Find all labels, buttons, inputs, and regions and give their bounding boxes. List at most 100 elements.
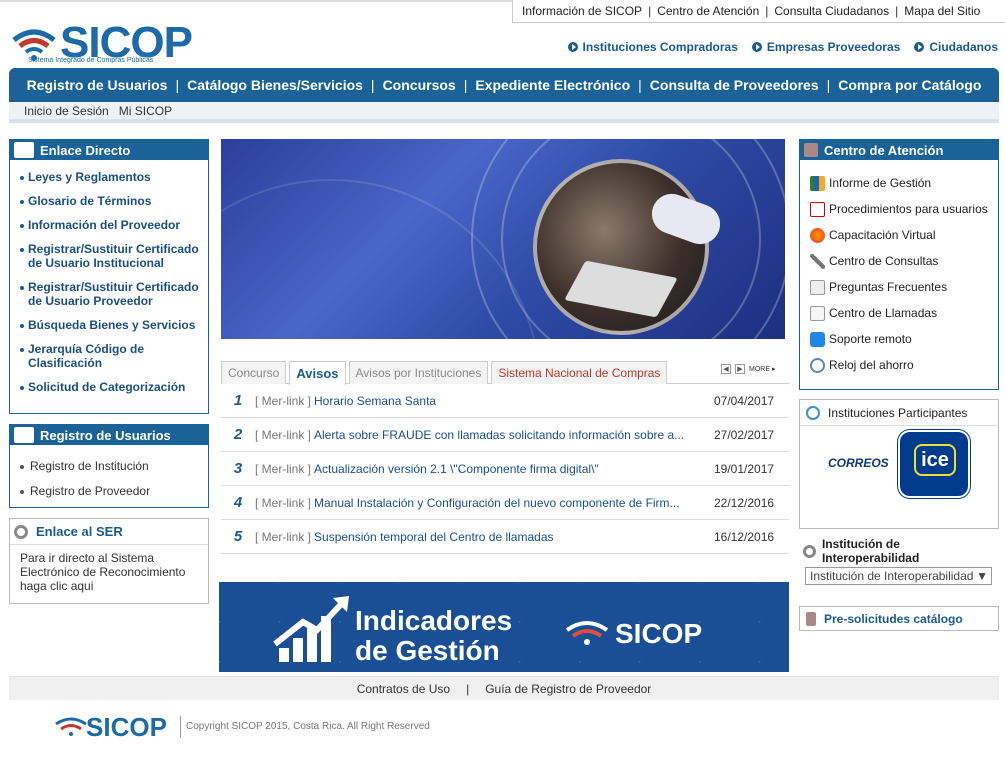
signal-icon	[565, 621, 609, 645]
growth-chart-icon	[273, 596, 349, 662]
ball-icon	[810, 227, 825, 243]
news-row[interactable]: 4 [ Mer-link ] Manual Instalación y Conf…	[221, 486, 789, 520]
subnav-mi-sicop[interactable]: Mi SICOP	[119, 104, 172, 118]
book-icon	[806, 611, 816, 626]
panel-header: Enlace Directo	[10, 140, 208, 160]
registro-list: Registro de Institución Registro de Prov…	[10, 445, 208, 498]
tools-icon	[810, 253, 825, 269]
nav-catalogo[interactable]: Catálogo Bienes/Servicios	[187, 77, 363, 93]
globe-icon	[806, 405, 820, 420]
chart-icon	[810, 175, 825, 191]
util-link-consulta[interactable]: Consulta Ciudadanos	[774, 4, 889, 18]
remote-icon	[810, 331, 825, 347]
panel-header: Instituciones Participantes	[800, 400, 998, 426]
copyright: Copyright SICOP 2015, Costa Rica. All Ri…	[186, 721, 430, 732]
list-item[interactable]: Reloj del ahorro	[810, 352, 998, 378]
interoperabilidad-select[interactable]: Institución de Interoperabilidad ▼	[805, 567, 992, 585]
list-item[interactable]: Jerarquía Código de Clasificación	[20, 342, 200, 370]
footer-link-guia[interactable]: Guía de Registro de Proveedor	[485, 682, 651, 696]
registro-usuarios-panel: Registro de Usuarios Registro de Institu…	[9, 424, 209, 508]
presolicitudes-link[interactable]: Pre-solicitudes catálogo	[799, 606, 999, 631]
prev-icon[interactable]: ◀	[721, 364, 731, 374]
portal-link-ciudadanos[interactable]: Ciudadanos	[914, 40, 998, 54]
tab-sistema-nacional[interactable]: Sistema Nacional de Compras	[491, 361, 668, 384]
panel-header: Enlace al SER	[10, 519, 208, 545]
pdf-icon	[810, 201, 825, 217]
news-row[interactable]: 3 [ Mer-link ] Actualización versión 2.1…	[221, 452, 789, 486]
enlace-directo-panel: Enlace Directo Leyes y Reglamentos Glosa…	[9, 139, 209, 414]
list-item[interactable]: Procedimientos para usuarios	[810, 196, 998, 222]
list-item[interactable]: Soporte remoto	[810, 326, 998, 352]
util-link-centro[interactable]: Centro de Atención	[657, 4, 759, 18]
nav-compra-catalogo[interactable]: Compra por Catálogo	[838, 77, 981, 93]
main-nav: Registro de Usuarios | Catálogo Bienes/Se…	[9, 68, 999, 102]
list-item[interactable]: Glosario de Términos	[20, 194, 200, 208]
tab-controls: ◀ ▶ MORE ▸	[721, 364, 775, 374]
list-item[interactable]: Registrar/Sustituir Certificado de Usuar…	[20, 242, 200, 270]
signal-icon	[55, 717, 87, 736]
list-item[interactable]: Centro de Consultas	[810, 248, 998, 274]
list-item[interactable]: Leyes y Reglamentos	[20, 170, 200, 184]
centro-atencion-panel: Centro de Atención Informe de Gestión Pr…	[799, 139, 999, 390]
chevron-down-icon: ▼	[976, 569, 988, 583]
list-item[interactable]: Registro de Proveedor	[20, 484, 200, 498]
hero-banner	[221, 139, 785, 339]
util-link-info[interactable]: Información de SICOP	[522, 4, 642, 18]
sub-nav: Inicio de Sesión Mi SICOP	[9, 102, 999, 119]
gear-icon	[14, 524, 28, 539]
ser-text: Para ir directo al Sistema Electrónico d…	[20, 551, 186, 593]
utility-bar: Información de SICOP | Centro de Atención…	[512, 0, 1005, 23]
footer-link-contratos[interactable]: Contratos de Uso	[357, 682, 450, 696]
divider	[9, 119, 999, 123]
document-icon	[810, 305, 825, 321]
instituciones-participantes-panel: Instituciones Participantes CORREOS ice	[799, 399, 999, 529]
portal-link-instituciones[interactable]: Instituciones Compradoras	[567, 40, 738, 54]
portal-link-empresas[interactable]: Empresas Proveedoras	[751, 40, 900, 54]
ice-logo[interactable]: ice	[898, 430, 970, 498]
indicadores-line1: Indicadores	[355, 605, 513, 636]
book-icon	[804, 143, 818, 157]
news-list: 1 [ Mer-link ] Horario Semana Santa 07/0…	[221, 384, 789, 554]
list-item[interactable]: Preguntas Frecuentes	[810, 274, 998, 300]
more-link[interactable]: MORE ▸	[749, 365, 775, 373]
panel-header: Centro de Atención	[800, 140, 998, 160]
gear-icon	[803, 544, 816, 558]
list-item[interactable]: Informe de Gestión	[810, 170, 998, 196]
indicadores-logo: SICOP	[615, 618, 703, 649]
nav-registro-usuarios[interactable]: Registro de Usuarios	[27, 77, 168, 93]
list-item[interactable]: Información del Proveedor	[20, 218, 200, 232]
arrow-circle-icon	[751, 42, 762, 52]
footer-links: Contratos de Uso | Guía de Registro de P…	[9, 676, 999, 700]
portal-links: Instituciones Compradoras Empresas Prove…	[567, 40, 998, 54]
news-row[interactable]: 1 [ Mer-link ] Horario Semana Santa 07/0…	[221, 384, 789, 418]
util-link-mapa[interactable]: Mapa del Sitio	[904, 4, 980, 18]
nav-concursos[interactable]: Concursos	[383, 77, 456, 93]
user-icon	[14, 427, 34, 443]
enlace-list: Leyes y Reglamentos Glosario de Términos…	[10, 160, 208, 394]
enlace-ser-panel[interactable]: Enlace al SER Para ir directo al Sistema…	[9, 518, 209, 604]
list-item[interactable]: Registrar/Sustituir Certificado de Usuar…	[20, 280, 200, 308]
nav-consulta-proveedores[interactable]: Consulta de Proveedores	[650, 77, 819, 93]
list-item[interactable]: Registro de Institución	[20, 459, 200, 473]
indicadores-line2: de Gestión	[355, 635, 500, 666]
list-item[interactable]: Centro de Llamadas	[810, 300, 998, 326]
clock-icon	[810, 357, 825, 373]
nav-expediente[interactable]: Expediente Electrónico	[475, 77, 630, 93]
list-item[interactable]: Solicitud de Categorización	[20, 380, 200, 394]
interoperabilidad-panel: Institución de Interoperabilidad Institu…	[799, 537, 999, 591]
tab-avisos[interactable]: Avisos	[289, 361, 346, 385]
subnav-login[interactable]: Inicio de Sesión	[24, 104, 109, 118]
correos-logo[interactable]: CORREOS	[828, 456, 889, 470]
footer-logo: SICOP	[86, 712, 167, 742]
arrow-circle-icon	[567, 42, 578, 52]
tab-avisos-instituciones[interactable]: Avisos por Instituciones	[348, 361, 489, 384]
tab-concurso[interactable]: Concurso	[221, 361, 287, 384]
sicop-logo[interactable]: SICOP Sistema Integrado de Compras Públi…	[10, 18, 193, 68]
list-item[interactable]: Capacitación Virtual	[810, 222, 998, 248]
next-icon[interactable]: ▶	[735, 364, 745, 374]
news-row[interactable]: 2 [ Mer-link ] Alerta sobre FRAUDE con l…	[221, 418, 789, 452]
indicadores-banner[interactable]: Indicadores de Gestión SICOP	[219, 582, 789, 672]
news-row[interactable]: 5 [ Mer-link ] Suspensión temporal del C…	[221, 520, 789, 554]
list-item[interactable]: Búsqueda Bienes y Servicios	[20, 318, 200, 332]
panel-header: Institución de Interoperabilidad	[799, 537, 999, 565]
